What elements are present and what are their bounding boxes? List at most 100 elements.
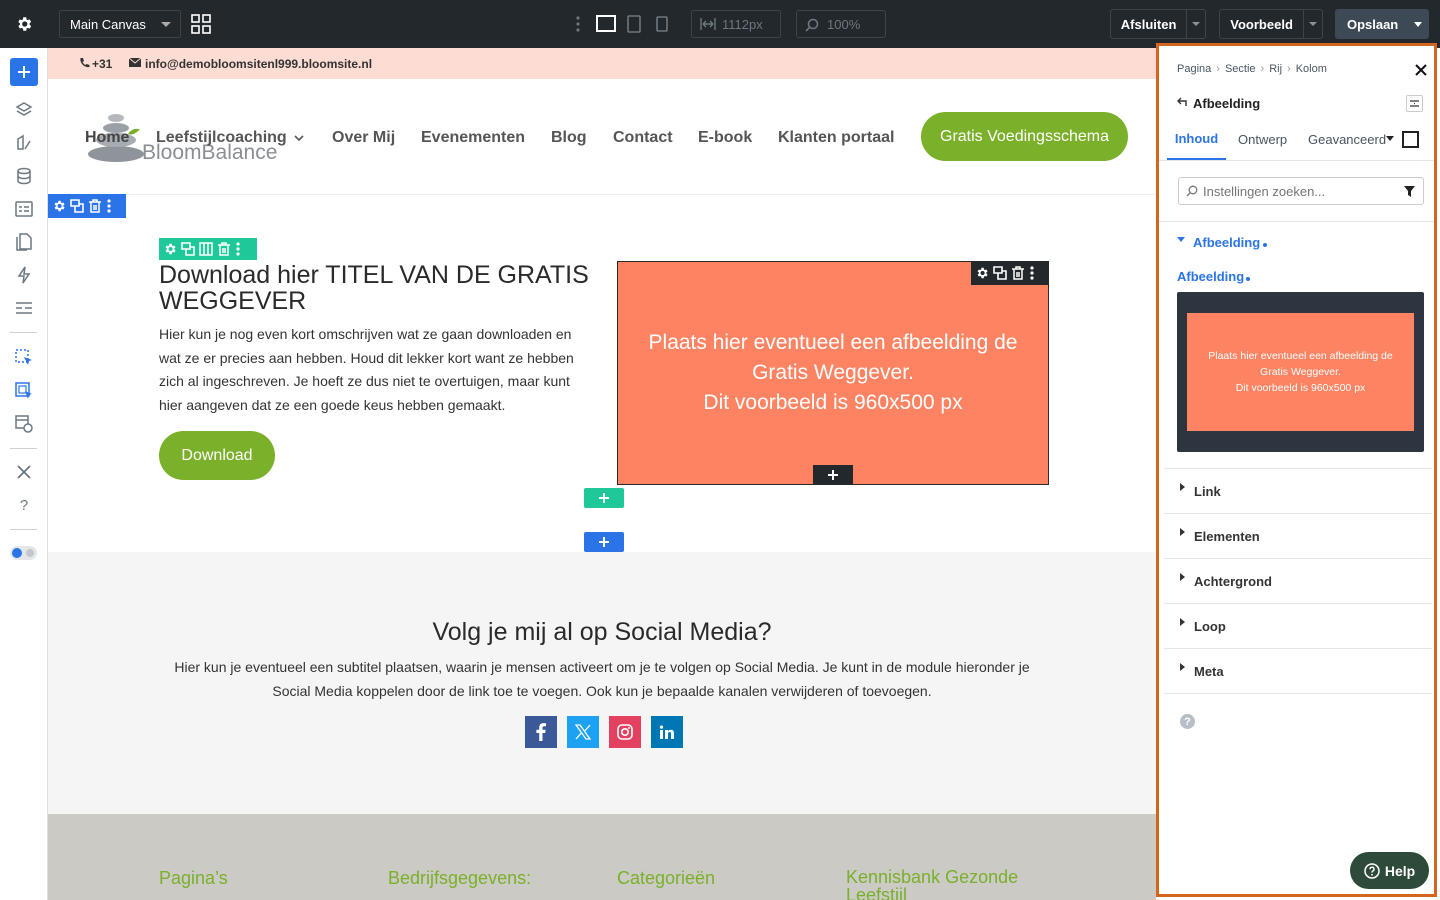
chevron-down-icon[interactable] bbox=[1177, 237, 1185, 242]
phone-view-icon[interactable] bbox=[656, 16, 668, 32]
save-button[interactable]: Opslaan bbox=[1336, 17, 1409, 32]
breadcrumb-page[interactable]: Pagina bbox=[1177, 63, 1211, 75]
linkedin-icon[interactable] bbox=[651, 716, 683, 748]
row-columns-icon[interactable] bbox=[199, 242, 213, 256]
tab-inhoud[interactable]: Inhoud bbox=[1167, 119, 1226, 160]
section-loop[interactable]: Loop bbox=[1164, 604, 1432, 649]
zoom-input[interactable]: 100% bbox=[796, 10, 886, 38]
canvas-select[interactable]: Main Canvas bbox=[59, 10, 181, 38]
fullscreen-toggle-icon[interactable] bbox=[1402, 131, 1419, 148]
lightning-icon[interactable] bbox=[14, 265, 34, 285]
nav-over-mij[interactable]: Over Mij bbox=[332, 129, 395, 147]
email-address[interactable]: info@demobloomsitenl999.bloomsite.nl bbox=[145, 57, 372, 71]
add-element-button[interactable] bbox=[10, 58, 38, 86]
section-more-icon[interactable] bbox=[106, 198, 112, 214]
nav-home[interactable]: Home bbox=[85, 129, 129, 147]
module-duplicate-icon[interactable] bbox=[993, 266, 1007, 280]
preview-button[interactable]: Voorbeeld bbox=[1220, 17, 1303, 32]
breadcrumb: Pagina › Sectie › Rij › Kolom bbox=[1177, 63, 1327, 75]
section-link[interactable]: Link bbox=[1164, 469, 1432, 514]
image-placeholder[interactable]: Plaats hier eventueel een afbeelding de … bbox=[617, 261, 1049, 485]
add-row-button[interactable] bbox=[584, 488, 624, 508]
template-preview-icon[interactable] bbox=[14, 414, 34, 434]
facebook-icon[interactable] bbox=[525, 716, 557, 748]
image-preview-frame[interactable]: Plaats hier eventueel een afbeelding de … bbox=[1177, 292, 1424, 452]
row-delete-icon[interactable] bbox=[217, 242, 231, 256]
settings-search-input[interactable] bbox=[1203, 182, 1393, 200]
chevron-down-icon[interactable] bbox=[1386, 136, 1394, 141]
footer-heading-company: Bedrijfsgegevens: bbox=[388, 868, 532, 888]
section-achtergrond[interactable]: Achtergrond bbox=[1164, 559, 1432, 604]
close-icon[interactable] bbox=[1415, 64, 1427, 76]
panel-layout-icon[interactable] bbox=[1406, 95, 1423, 112]
section-settings-icon[interactable] bbox=[52, 199, 66, 213]
add-module-button[interactable] bbox=[813, 465, 853, 485]
select-element-icon[interactable] bbox=[14, 348, 34, 368]
breadcrumb-column[interactable]: Kolom bbox=[1296, 63, 1327, 75]
breadcrumb-section[interactable]: Sectie bbox=[1225, 63, 1256, 75]
help-question-icon[interactable]: ? bbox=[14, 495, 34, 515]
preview-split-button: Voorbeeld bbox=[1219, 9, 1323, 39]
theme-toggle[interactable] bbox=[10, 546, 37, 560]
pages-icon[interactable] bbox=[14, 232, 34, 252]
x-icon[interactable] bbox=[567, 716, 599, 748]
nav-leefstijlcoaching[interactable]: Leefstijlcoaching bbox=[156, 129, 287, 147]
page-canvas: +31 info@demobloomsitenl999.bloomsite.nl… bbox=[48, 48, 1156, 900]
chevron-down-icon[interactable] bbox=[294, 134, 304, 142]
module-delete-icon[interactable] bbox=[1011, 266, 1025, 280]
row-duplicate-icon[interactable] bbox=[181, 242, 195, 256]
settings-search-field[interactable] bbox=[1178, 177, 1424, 205]
section-duplicate-icon[interactable] bbox=[70, 199, 84, 213]
back-arrow-icon[interactable] bbox=[1177, 97, 1187, 107]
nav-evenementen[interactable]: Evenementen bbox=[421, 129, 525, 147]
breadcrumb-row[interactable]: Rij bbox=[1269, 63, 1282, 75]
nav-klanten-portaal[interactable]: Klanten portaal bbox=[778, 129, 894, 147]
modified-dot-icon bbox=[1246, 277, 1250, 281]
cta-button[interactable]: Gratis Voedingsschema bbox=[921, 112, 1128, 161]
layers-icon[interactable] bbox=[14, 100, 34, 120]
chevron-right-icon bbox=[1180, 663, 1185, 671]
section-delete-icon[interactable] bbox=[88, 199, 102, 213]
style-brush-icon[interactable] bbox=[14, 133, 34, 153]
row-settings-icon[interactable] bbox=[163, 242, 177, 256]
module-more-icon[interactable] bbox=[1029, 265, 1035, 281]
layout-grid-icon[interactable] bbox=[191, 14, 211, 34]
close-button[interactable]: Afsluiten bbox=[1111, 17, 1186, 32]
desktop-view-icon[interactable] bbox=[596, 15, 616, 33]
section-afbeelding-header[interactable]: Afbeelding bbox=[1193, 235, 1260, 250]
tab-geavanceerd[interactable]: Geavanceerd bbox=[1308, 119, 1386, 160]
canvas-width-input[interactable]: 1112px bbox=[691, 10, 781, 38]
top-toolbar: Main Canvas 1112px 100% Afsluiten Voorbe… bbox=[0, 0, 1440, 48]
add-section-button[interactable] bbox=[584, 532, 624, 552]
preview-dropdown-toggle[interactable] bbox=[1303, 10, 1322, 38]
more-vertical-icon[interactable] bbox=[575, 15, 581, 33]
contact-topbar: +31 info@demobloomsitenl999.bloomsite.nl bbox=[48, 48, 1156, 79]
database-icon[interactable] bbox=[14, 166, 34, 186]
section-meta[interactable]: Meta bbox=[1164, 649, 1432, 694]
select-parent-icon[interactable] bbox=[14, 381, 34, 401]
download-button[interactable]: Download bbox=[159, 431, 275, 480]
instagram-icon[interactable] bbox=[609, 716, 641, 748]
close-dropdown-toggle[interactable] bbox=[1186, 10, 1205, 38]
nav-contact[interactable]: Contact bbox=[613, 129, 673, 147]
sections-icon[interactable] bbox=[14, 298, 34, 318]
chevron-down-icon bbox=[1309, 22, 1318, 26]
help-circle-icon[interactable]: ? bbox=[1180, 714, 1195, 729]
help-button[interactable]: Help bbox=[1350, 852, 1429, 889]
nav-ebook[interactable]: E-book bbox=[698, 129, 752, 147]
row-more-icon[interactable] bbox=[235, 241, 241, 257]
settings-gear-icon[interactable] bbox=[0, 0, 48, 48]
toggle-dot-icon bbox=[26, 549, 34, 557]
nav-blog[interactable]: Blog bbox=[551, 129, 587, 147]
phone-number[interactable]: +31 bbox=[92, 57, 112, 71]
preview-text-line3: Dit voorbeeld is 960x500 px bbox=[1235, 382, 1366, 394]
tab-ontwerp[interactable]: Ontwerp bbox=[1238, 119, 1287, 160]
save-dropdown-toggle[interactable] bbox=[1409, 10, 1428, 38]
chevron-right-icon bbox=[1180, 483, 1185, 491]
form-fields-icon[interactable] bbox=[14, 199, 34, 219]
filter-icon[interactable] bbox=[1404, 186, 1415, 197]
module-settings-icon[interactable] bbox=[975, 266, 989, 280]
section-elementen[interactable]: Elementen bbox=[1164, 514, 1432, 559]
tools-icon[interactable] bbox=[14, 462, 34, 482]
tablet-view-icon[interactable] bbox=[627, 15, 641, 33]
